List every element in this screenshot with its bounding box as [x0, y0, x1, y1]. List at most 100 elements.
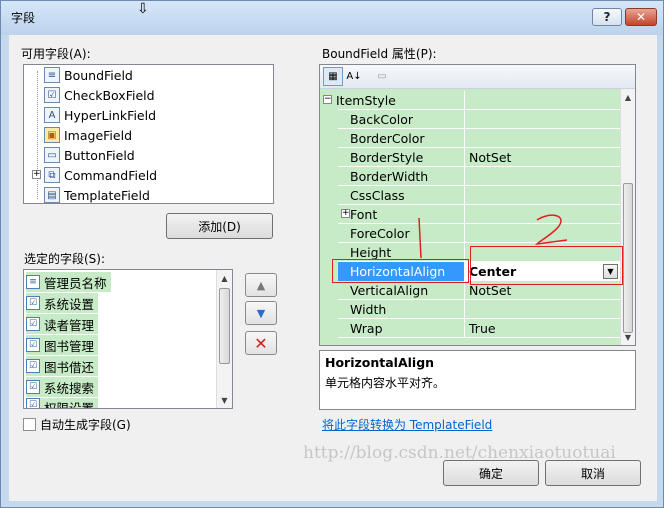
property-value[interactable]: [464, 167, 620, 186]
property-description-panel: HorizontalAlign 单元格内容水平对齐。: [319, 350, 636, 410]
auto-generate-label: 自动生成字段(G): [40, 418, 131, 432]
list-item[interactable]: ≡ 管理员名称: [26, 272, 111, 292]
close-button[interactable]: ✕: [625, 8, 657, 26]
row-divider: [338, 337, 620, 338]
available-fields-tree[interactable]: ≡ BoundField ☑ CheckBoxField A HyperLink…: [23, 64, 274, 204]
commandfield-icon: ⧉: [44, 167, 60, 183]
commandfield-expand-icon[interactable]: +: [32, 170, 41, 179]
convert-to-templatefield-link[interactable]: 将此字段转换为 TemplateField: [322, 416, 492, 433]
move-up-button[interactable]: ▲: [245, 273, 277, 297]
list-item[interactable]: ☑ 图书管理: [26, 335, 99, 355]
dialog-title: 字段: [11, 11, 36, 25]
property-row-backcolor[interactable]: BackColor: [320, 110, 620, 129]
property-value[interactable]: [464, 129, 620, 148]
property-name: BorderStyle: [350, 150, 424, 165]
tree-item-templatefield[interactable]: ▤ TemplateField: [44, 185, 150, 205]
tree-item-hyperlinkfield[interactable]: A HyperLinkField: [44, 105, 156, 125]
scroll-down-icon[interactable]: ▼: [217, 392, 232, 408]
property-row-width[interactable]: Width: [320, 300, 620, 319]
property-value[interactable]: [464, 300, 620, 319]
property-value[interactable]: NotSet: [464, 148, 620, 167]
buttonfield-icon: ☑: [26, 380, 40, 394]
ok-button[interactable]: 确定: [443, 460, 539, 486]
fields-dialog: 字段 ⇩ ? ✕ 可用字段(A): ≡ BoundField ☑ CheckBo…: [0, 0, 664, 508]
tree-item-label: TemplateField: [64, 187, 150, 203]
imagefield-icon: ▣: [44, 127, 60, 143]
watermark-text: http://blog.csdn.net/chenxiaotuotuai: [303, 443, 616, 463]
list-item[interactable]: ☑ 系统设置: [26, 293, 99, 313]
delete-field-button[interactable]: ✕: [245, 331, 277, 355]
tree-item-checkboxfield[interactable]: ☑ CheckBoxField: [44, 85, 155, 105]
tree-item-commandfield[interactable]: ⧉ CommandField: [44, 165, 157, 185]
property-value[interactable]: [464, 186, 620, 205]
scroll-up-icon[interactable]: ▲: [621, 89, 635, 105]
property-value[interactable]: [464, 110, 620, 129]
help-button[interactable]: ?: [592, 8, 622, 26]
property-row-cssclass[interactable]: CssClass: [320, 186, 620, 205]
scroll-thumb[interactable]: [219, 288, 230, 364]
list-item[interactable]: ☑ 系统搜索: [26, 377, 99, 397]
list-item-label: 图书管理: [44, 338, 95, 354]
tree-item-label: ButtonField: [64, 147, 135, 163]
tree-item-buttonfield[interactable]: ▭ ButtonField: [44, 145, 135, 165]
title-bar[interactable]: 字段 ⇩ ? ✕: [1, 1, 663, 35]
annotation-box-1: [332, 259, 469, 283]
description-title: HorizontalAlign: [325, 355, 435, 370]
property-row-wrap[interactable]: Wrap True: [320, 319, 620, 338]
property-name: CssClass: [350, 188, 405, 203]
selected-fields-list[interactable]: ≡ 管理员名称 ☑ 系统设置 ☑ 读者管理 ☑ 图书管理 ☑ 图书借还 ☑ 系统…: [23, 269, 233, 409]
property-name: Width: [350, 302, 387, 317]
list-item[interactable]: ☑ 读者管理: [26, 314, 99, 334]
dialog-body: 可用字段(A): ≡ BoundField ☑ CheckBoxField A …: [9, 35, 657, 501]
list-item[interactable]: ☑ 权限设置: [26, 398, 99, 408]
scroll-up-icon[interactable]: ▲: [217, 270, 232, 286]
list-item-label: 权限设置: [44, 398, 94, 408]
list-item-label: 系统设置: [44, 296, 95, 312]
move-down-button[interactable]: ▼: [245, 301, 277, 325]
buttonfield-icon: ☑: [26, 338, 40, 352]
property-name: Wrap: [350, 321, 383, 336]
property-name: BackColor: [350, 112, 413, 127]
list-item-label: 管理员名称: [44, 275, 107, 291]
tree-item-imagefield[interactable]: ▣ ImageField: [44, 125, 132, 145]
buttonfield-icon: ☑: [26, 296, 40, 310]
selected-list-scrollbar[interactable]: ▲ ▼: [216, 270, 232, 408]
property-row-itemstyle[interactable]: − ItemStyle: [320, 91, 620, 110]
property-pages-icon[interactable]: ▭: [372, 67, 392, 86]
property-grid-scrollbar[interactable]: ▲ ▼: [620, 89, 635, 345]
hyperlinkfield-icon: A: [44, 107, 60, 123]
property-row-bordercolor[interactable]: BorderColor: [320, 129, 620, 148]
list-item-label: 系统搜索: [44, 380, 95, 396]
buttonfield-icon: ▭: [44, 147, 60, 163]
auto-generate-checkbox[interactable]: [23, 418, 36, 431]
arrow-up-icon: ▲: [256, 278, 266, 292]
scroll-down-icon[interactable]: ▼: [621, 329, 635, 345]
boundfield-icon: ≡: [44, 67, 60, 83]
property-value[interactable]: True: [464, 319, 620, 338]
property-grid[interactable]: ▦ A↓ ▭ − ItemStyle BackColor BorderColor: [319, 64, 636, 346]
list-item[interactable]: ☑ 图书借还: [26, 356, 99, 376]
property-row-borderwidth[interactable]: BorderWidth: [320, 167, 620, 186]
tree-item-boundfield[interactable]: ≡ BoundField: [44, 65, 133, 85]
cancel-button[interactable]: 取消: [545, 460, 641, 486]
mouse-cursor-icon: ⇩: [137, 1, 149, 17]
property-row-borderstyle[interactable]: BorderStyle NotSet: [320, 148, 620, 167]
selected-fields-label: 选定的字段(S):: [24, 252, 106, 266]
properties-label: BoundField 属性(P):: [322, 47, 437, 61]
description-text: 单元格内容水平对齐。: [325, 376, 446, 390]
templatefield-icon: ▤: [44, 187, 60, 203]
tree-item-label: BoundField: [64, 67, 133, 83]
list-item-label: 读者管理: [44, 317, 95, 333]
tree-connector: [37, 71, 38, 199]
property-grid-toolbar: ▦ A↓ ▭: [320, 65, 635, 89]
arrow-down-icon: ▼: [256, 306, 266, 320]
tree-item-label: ImageField: [64, 127, 132, 143]
buttonfield-icon: ☑: [26, 359, 40, 373]
alphabetical-sort-icon[interactable]: A↓: [344, 67, 364, 86]
buttonfield-icon: ☑: [26, 398, 40, 408]
categorized-view-icon[interactable]: ▦: [323, 67, 343, 86]
scroll-thumb[interactable]: [623, 183, 633, 333]
available-fields-label: 可用字段(A):: [21, 47, 91, 61]
add-field-button[interactable]: 添加(D): [166, 213, 273, 239]
tree-item-label: CommandField: [64, 167, 158, 183]
